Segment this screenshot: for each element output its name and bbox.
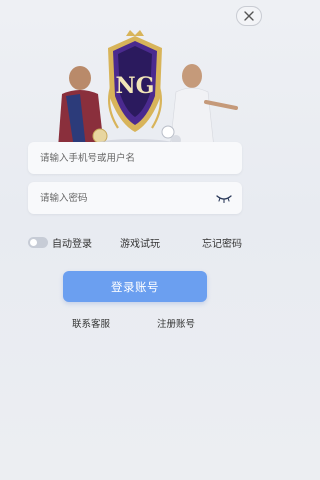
auto-login-label[interactable]: 自动登录: [52, 235, 92, 250]
right-player-illustration: [169, 64, 238, 148]
login-button[interactable]: 登录账号: [63, 271, 207, 302]
username-field[interactable]: [28, 142, 242, 174]
password-field[interactable]: [28, 182, 242, 214]
register-link[interactable]: 注册账号: [157, 316, 195, 330]
hero-banner: NG: [58, 30, 238, 148]
auto-login-toggle[interactable]: [28, 236, 48, 248]
password-input[interactable]: [38, 191, 216, 205]
customer-service-link[interactable]: 联系客服: [72, 316, 110, 330]
forgot-password-link[interactable]: 忘记密码: [202, 235, 242, 250]
options-row: 自动登录 游戏试玩 忘记密码: [28, 232, 242, 252]
logo-text: NG: [116, 73, 155, 99]
username-input[interactable]: [38, 151, 232, 165]
eye-closed-icon[interactable]: [216, 193, 232, 203]
close-icon: [244, 11, 254, 21]
login-button-label: 登录账号: [111, 279, 159, 294]
trial-play-link[interactable]: 游戏试玩: [120, 235, 160, 250]
ng-logo-badge: NG: [108, 30, 162, 132]
close-button[interactable]: [236, 6, 262, 26]
